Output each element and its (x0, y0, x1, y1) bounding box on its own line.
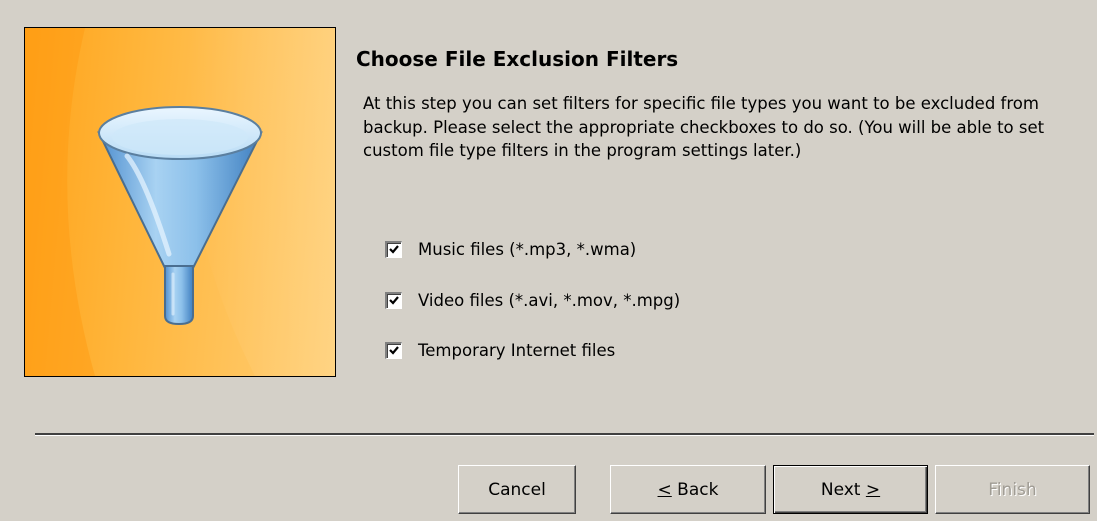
cancel-button[interactable]: Cancel (458, 465, 576, 514)
checkmark-icon (389, 345, 399, 355)
page-description: At this step you can set filters for spe… (363, 94, 1045, 160)
video-files-checkbox[interactable]: Video files (*.avi, *.mov, *.mpg) (385, 289, 680, 311)
next-button-label: Next (820, 479, 866, 500)
checkbox-box[interactable] (385, 291, 402, 309)
wizard-banner-image (24, 27, 336, 377)
checkmark-icon (389, 244, 399, 254)
next-button[interactable]: Next > (773, 465, 928, 514)
finish-button: Finish (935, 465, 1090, 514)
checkbox-label: Music files (*.mp3, *.wma) (418, 239, 637, 259)
separator (35, 433, 1094, 436)
checkbox-box[interactable] (385, 240, 402, 258)
music-files-checkbox[interactable]: Music files (*.mp3, *.wma) (385, 238, 636, 260)
cancel-button-label: Cancel (488, 479, 546, 500)
back-button[interactable]: < Back (610, 465, 766, 514)
next-button-mnemonic: > (865, 479, 881, 500)
back-button-label: Back (671, 479, 719, 500)
finish-button-label: Finish (988, 479, 1037, 500)
page-title: Choose File Exclusion Filters (356, 47, 679, 71)
checkmark-icon (389, 295, 399, 305)
checkbox-box[interactable] (385, 341, 402, 359)
checkbox-label: Temporary Internet files (418, 340, 616, 360)
temporary-internet-files-checkbox[interactable]: Temporary Internet files (385, 339, 615, 361)
checkbox-label: Video files (*.avi, *.mov, *.mpg) (418, 290, 681, 310)
funnel-icon (25, 28, 335, 376)
back-button-mnemonic: < (657, 479, 672, 500)
